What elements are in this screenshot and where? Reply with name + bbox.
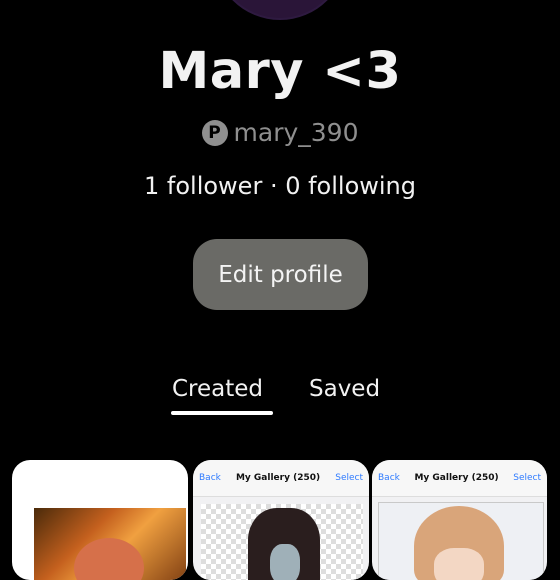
tab-saved[interactable]: Saved [309, 376, 380, 402]
edit-profile-button[interactable]: Edit profile [193, 239, 368, 310]
pin-screenshot-header: Back My Gallery (250) Select [193, 460, 369, 497]
select-link: Select [513, 473, 541, 483]
select-link: Select [335, 473, 363, 483]
gallery-title: My Gallery (250) [414, 473, 499, 483]
pin-screenshot-header: Back My Gallery (250) Select [372, 460, 547, 497]
pin-card[interactable]: Back My Gallery (250) Select [372, 460, 547, 580]
follow-stats[interactable]: 1 follower · 0 following [0, 172, 560, 200]
profile-handle: P mary_390 [0, 118, 560, 147]
pin-image [34, 508, 186, 580]
tab-created[interactable]: Created [172, 376, 263, 402]
back-link: Back [378, 473, 400, 483]
profile-username: mary_390 [233, 118, 359, 147]
profile-avatar[interactable] [215, 0, 345, 18]
pinterest-icon: P [201, 119, 228, 146]
back-link: Back [199, 473, 221, 483]
pin-image-face [434, 548, 484, 580]
profile-display-name: Mary <3 [158, 42, 402, 101]
pin-image-character [248, 508, 320, 580]
pin-card[interactable] [12, 460, 188, 580]
gallery-title: My Gallery (250) [235, 473, 321, 483]
active-tab-indicator [171, 411, 273, 415]
pin-card[interactable]: Back My Gallery (250) Select [193, 460, 369, 580]
